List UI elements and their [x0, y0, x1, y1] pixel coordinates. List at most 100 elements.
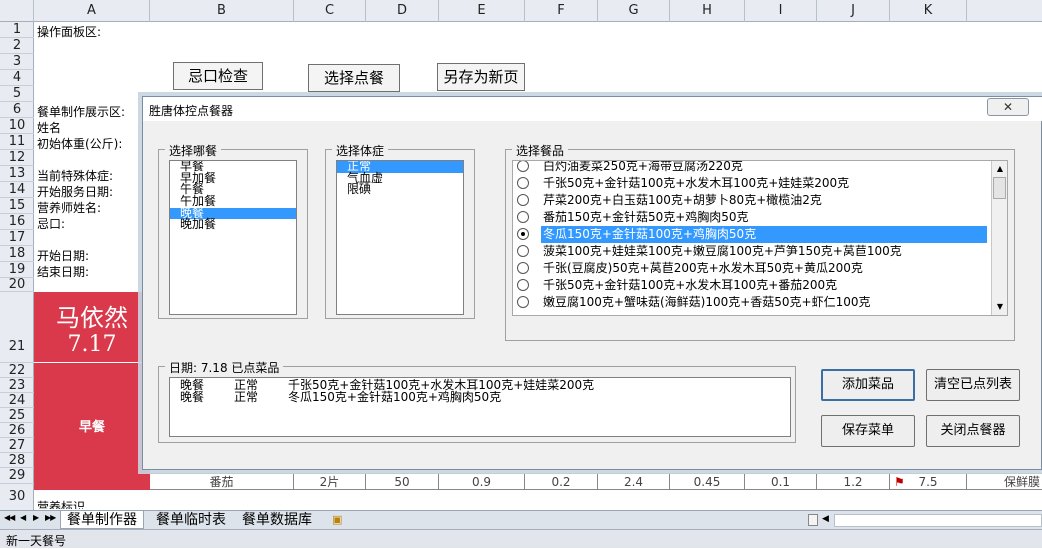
add-dish-button[interactable]: 添加菜品 [821, 369, 915, 401]
food-name-cell[interactable]: 番茄 [150, 474, 294, 490]
tab-split-handle[interactable] [808, 514, 818, 526]
prev-tab-icon[interactable]: ◀ [20, 513, 26, 522]
row-header[interactable]: 17 [0, 230, 34, 246]
row-header[interactable]: 28 [0, 453, 34, 468]
condition-list[interactable]: 正常 气血虚 限碘 [336, 160, 464, 315]
radio-icon[interactable] [517, 295, 529, 308]
food-value-cell[interactable]: 0.9 [439, 474, 525, 490]
avoid-check-button[interactable]: 忌口检查 [173, 62, 263, 90]
row-header[interactable]: 14 [0, 182, 34, 198]
meal-option[interactable]: 千张50克+金针菇100克+水发木耳100克+番茄200克 [517, 277, 839, 294]
row-header[interactable]: 29 [0, 468, 34, 484]
column-header-g[interactable]: G [598, 0, 670, 22]
meal-option[interactable]: 白灼油麦菜250克+海带豆腐汤220克 [517, 161, 745, 175]
meal-radio-list[interactable]: 白灼油麦菜250克+海带豆腐汤220克 千张50克+金针菇100克+水发木耳10… [512, 160, 1008, 316]
tab-menu-temp[interactable]: 餐单临时表 [150, 511, 232, 529]
meal-option[interactable]: 菠菜100克+娃娃菜100克+嫩豆腐100克+芦笋150克+莴苣100克 [517, 243, 904, 260]
radio-icon[interactable] [517, 161, 529, 172]
food-note-cell[interactable]: 保鲜膜 [967, 474, 1042, 490]
cell-a30[interactable]: 营养标识 [37, 500, 85, 509]
meal-option-selected[interactable]: 冬瓜150克+金针菇100克+鸡胸肉50克 [517, 226, 987, 243]
row-header[interactable]: 21 [0, 292, 34, 363]
food-value-cell[interactable]: 1.2 [817, 474, 890, 490]
select-all-corner[interactable] [0, 0, 34, 22]
radio-checked-icon[interactable] [517, 227, 529, 240]
first-tab-icon[interactable]: ◀◀ [4, 513, 15, 522]
row-header[interactable]: 3 [0, 54, 34, 70]
food-value-cell[interactable]: 0.45 [670, 474, 745, 490]
row-header[interactable]: 10 [0, 118, 34, 134]
dialog-titlebar[interactable]: 胜唐体控点餐器 ✕ [143, 97, 1042, 121]
scroll-left-icon[interactable]: ◀ [822, 514, 829, 524]
close-dialog-button[interactable]: 关闭点餐器 [926, 415, 1020, 447]
column-header-h[interactable]: H [670, 0, 745, 22]
save-as-new-page-button[interactable]: 另存为新页 [437, 63, 525, 91]
column-header-j[interactable]: J [817, 0, 890, 22]
cell-a11[interactable]: 初始体重(公斤): [37, 135, 122, 152]
row-header[interactable]: 16 [0, 214, 34, 230]
column-header-k[interactable]: K [890, 0, 967, 22]
cell-a1[interactable]: 操作面板区: [37, 23, 101, 40]
close-icon[interactable]: ✕ [987, 98, 1029, 116]
row-header[interactable]: 22 [0, 363, 34, 378]
radio-icon[interactable] [517, 176, 529, 189]
column-header-l[interactable] [967, 0, 1042, 22]
food-qty-cell[interactable]: 2片 [294, 474, 366, 490]
cell-a19[interactable]: 结束日期: [37, 263, 89, 280]
column-header-e[interactable]: E [439, 0, 525, 22]
meal-time-list[interactable]: 早餐 早加餐 午餐 午加餐 晚餐 晚加餐 [169, 160, 297, 315]
row-header[interactable]: 13 [0, 166, 34, 182]
column-header-c[interactable]: C [294, 0, 366, 22]
row-header[interactable]: 25 [0, 408, 34, 423]
food-value-cell[interactable]: 0.1 [745, 474, 817, 490]
tab-menu-maker[interactable]: 餐单制作器 [60, 511, 144, 529]
radio-icon[interactable] [517, 278, 529, 291]
row-header[interactable]: 19 [0, 262, 34, 278]
tab-menu-database[interactable]: 餐单数据库 [236, 511, 318, 529]
row-header[interactable]: 5 [0, 86, 34, 102]
meal-option[interactable]: 芹菜200克+白玉菇100克+胡萝卜80克+橄榄油2克 [517, 192, 824, 209]
food-value-cell[interactable]: 0.2 [525, 474, 598, 490]
row-header[interactable]: 1 [0, 22, 34, 38]
meal-option[interactable]: 番茄150克+金针菇50克+鸡胸肉50克 [517, 209, 751, 226]
cell-a10[interactable]: 姓名 [37, 119, 61, 136]
save-menu-button[interactable]: 保存菜单 [821, 415, 915, 447]
cell-a14[interactable]: 开始服务日期: [37, 183, 113, 200]
row-header[interactable]: 26 [0, 423, 34, 438]
cell-a6[interactable]: 餐单制作展示区: [37, 103, 125, 120]
last-tab-icon[interactable]: ▶▶ [45, 513, 56, 522]
row-header[interactable]: 27 [0, 438, 34, 453]
cell-a18[interactable]: 开始日期: [37, 247, 89, 264]
row-header[interactable]: 24 [0, 393, 34, 408]
row-header[interactable]: 23 [0, 378, 34, 393]
row-header[interactable]: 6 [0, 102, 34, 118]
scroll-up-icon[interactable]: ▲ [994, 163, 1006, 175]
meal-option[interactable]: 嫩豆腐100克+蟹味菇(海鲜菇)100克+香菇50克+虾仁100克 [517, 294, 873, 311]
radio-icon[interactable] [517, 210, 529, 223]
row-header[interactable]: 30 [0, 484, 34, 510]
radio-icon[interactable] [517, 244, 529, 257]
next-tab-icon[interactable]: ▶ [33, 513, 39, 522]
radio-icon[interactable] [517, 193, 529, 206]
row-header[interactable]: 15 [0, 198, 34, 214]
new-sheet-icon[interactable]: ▣ [332, 513, 342, 526]
condition-item[interactable]: 限碘 [337, 184, 463, 196]
row-header[interactable]: 18 [0, 246, 34, 262]
horizontal-scrollbar[interactable] [834, 514, 1042, 527]
column-header-d[interactable]: D [366, 0, 439, 22]
food-value-cell[interactable]: 2.4 [598, 474, 670, 490]
food-value-cell[interactable]: ⚑ 7.5 [890, 474, 967, 490]
row-header[interactable]: 11 [0, 134, 34, 150]
column-header-f[interactable]: F [525, 0, 598, 22]
meal-time-item[interactable]: 晚加餐 [170, 219, 296, 231]
row-header[interactable]: 2 [0, 38, 34, 54]
column-header-a[interactable]: A [34, 0, 150, 22]
row-header[interactable]: 20 [0, 278, 34, 292]
ordered-list[interactable]: 晚餐 正常 千张50克+金针菇100克+水发木耳100克+娃娃菜200克 晚餐 … [169, 377, 791, 437]
scroll-down-icon[interactable]: ▼ [994, 301, 1006, 313]
radio-icon[interactable] [517, 261, 529, 274]
food-value-cell[interactable]: 50 [366, 474, 439, 490]
cell-a15[interactable]: 营养师姓名: [37, 199, 101, 216]
column-header-b[interactable]: B [150, 0, 294, 22]
cell-a13[interactable]: 当前特殊体症: [37, 167, 113, 184]
